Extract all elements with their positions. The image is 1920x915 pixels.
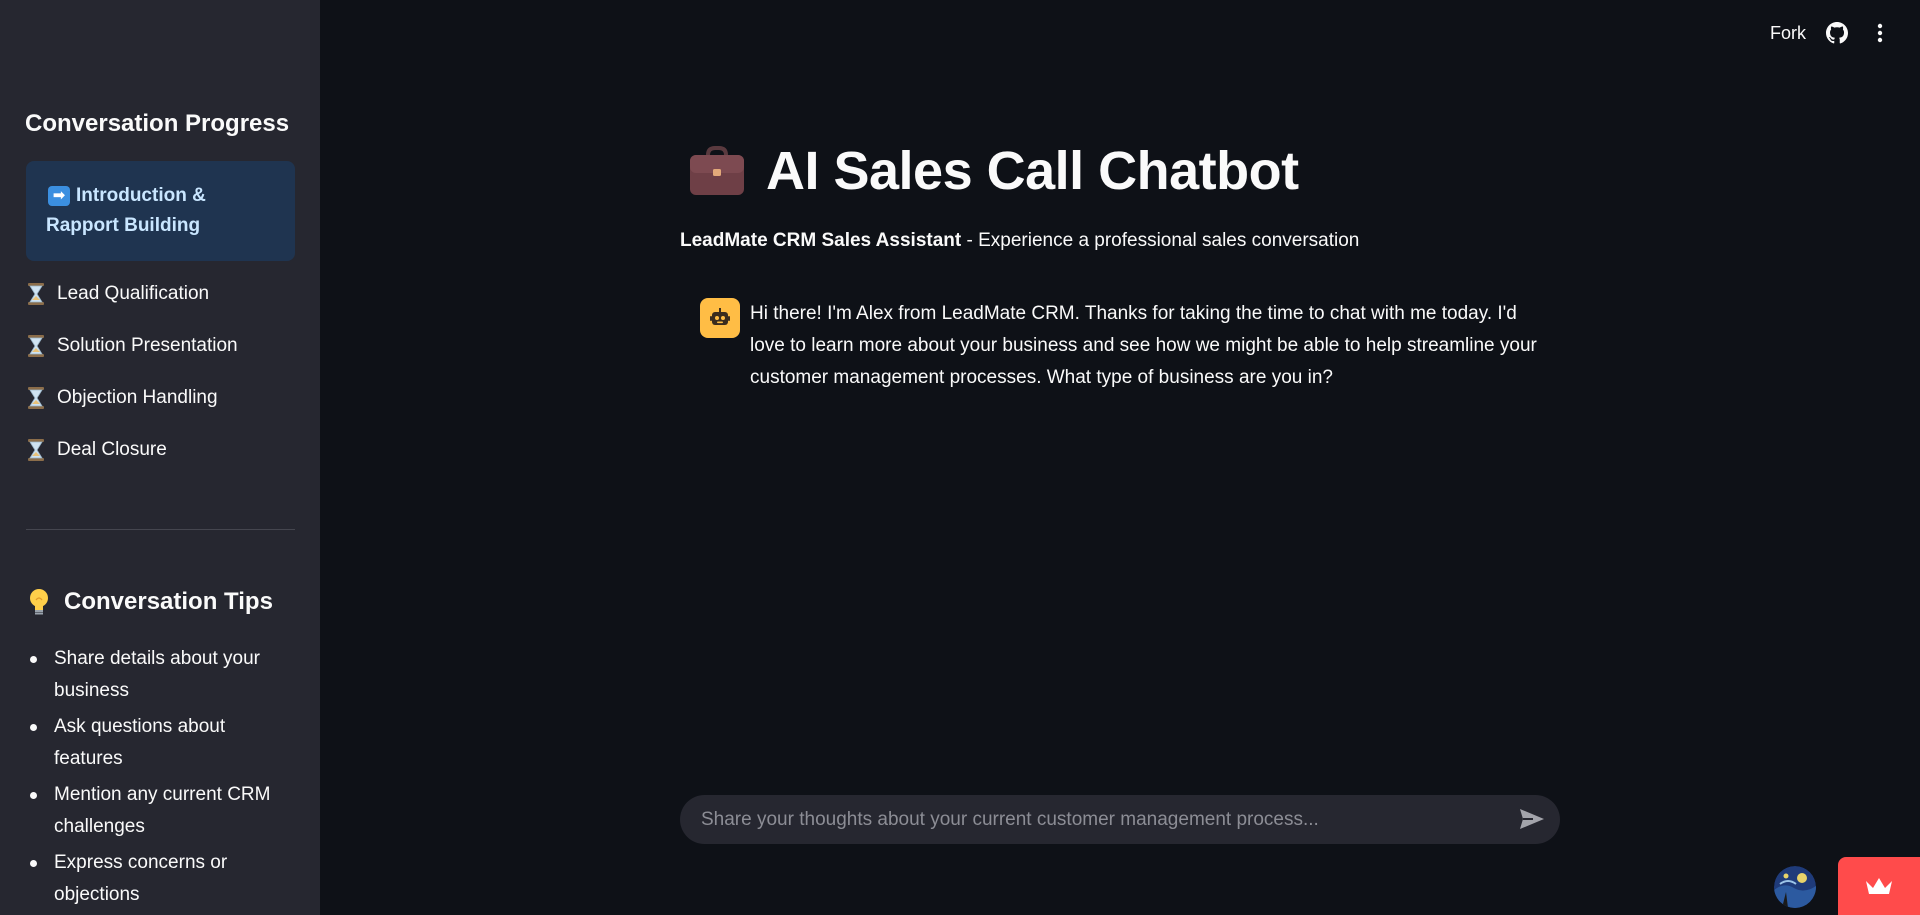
tips-list: Share details about your business Ask qu…	[28, 643, 298, 915]
hourglass-icon	[28, 283, 44, 305]
page-subtitle: LeadMate CRM Sales Assistant - Experienc…	[680, 230, 1359, 252]
list-item: Express concerns or objections	[28, 847, 298, 911]
sidebar-divider	[26, 529, 295, 530]
stage-label: Solution Presentation	[57, 335, 238, 356]
list-item: Share details about your business	[28, 643, 298, 707]
list-item: Ask questions about features	[28, 711, 298, 775]
tips-title: Conversation Tips	[28, 588, 273, 616]
send-icon	[1520, 809, 1544, 829]
bot-avatar	[700, 298, 740, 338]
stage-label: Lead Qualification	[57, 283, 210, 304]
hourglass-icon	[28, 335, 44, 357]
chat-message-text: Hi there! I'm Alex from LeadMate CRM. Th…	[750, 303, 1537, 388]
chat-input-container	[680, 795, 1560, 844]
robot-icon	[710, 308, 730, 325]
stage-label: Deal Closure	[57, 439, 167, 460]
right-arrow-icon: ➡	[48, 186, 70, 206]
list-item: Mention any current CRM challenges	[28, 779, 298, 843]
active-stage-line2: Rapport Building	[46, 215, 201, 236]
chat-input[interactable]	[680, 795, 1500, 844]
crown-icon	[1866, 878, 1892, 894]
stage-objection-handling: Objection Handling	[27, 387, 218, 409]
fork-button[interactable]: Fork	[1770, 23, 1806, 44]
avatar[interactable]	[1774, 866, 1816, 908]
page-title: AI Sales Call Chatbot	[688, 140, 1299, 202]
active-stage-line1: Introduction &	[76, 185, 206, 206]
send-button[interactable]	[1518, 807, 1546, 833]
briefcase-icon	[690, 146, 744, 195]
stage-label: Objection Handling	[57, 387, 218, 408]
page-title-text: AI Sales Call Chatbot	[766, 141, 1299, 201]
subtitle-bold: LeadMate CRM Sales Assistant	[680, 230, 962, 251]
lightbulb-icon	[30, 589, 48, 615]
subtitle-rest: - Experience a professional sales conver…	[961, 230, 1360, 251]
stage-lead-qualification: Lead Qualification	[27, 283, 209, 305]
github-icon[interactable]	[1826, 22, 1848, 44]
sidebar-title: Conversation Progress	[25, 110, 290, 137]
stage-active-introduction: ➡ Introduction & Rapport Building	[26, 161, 295, 261]
sidebar: Conversation Progress ➡ Introduction & Ra…	[0, 0, 320, 915]
tips-title-label: Conversation Tips	[64, 588, 273, 615]
app-root: Conversation Progress ➡ Introduction & Ra…	[0, 0, 1920, 915]
stage-deal-closure: Deal Closure	[27, 439, 167, 461]
hourglass-icon	[28, 439, 44, 461]
kebab-menu-icon[interactable]	[1876, 22, 1884, 44]
streamlit-badge-button[interactable]	[1838, 857, 1920, 915]
stage-solution-presentation: Solution Presentation	[27, 335, 238, 357]
hourglass-icon	[28, 387, 44, 409]
starry-night-avatar-icon	[1774, 866, 1816, 908]
